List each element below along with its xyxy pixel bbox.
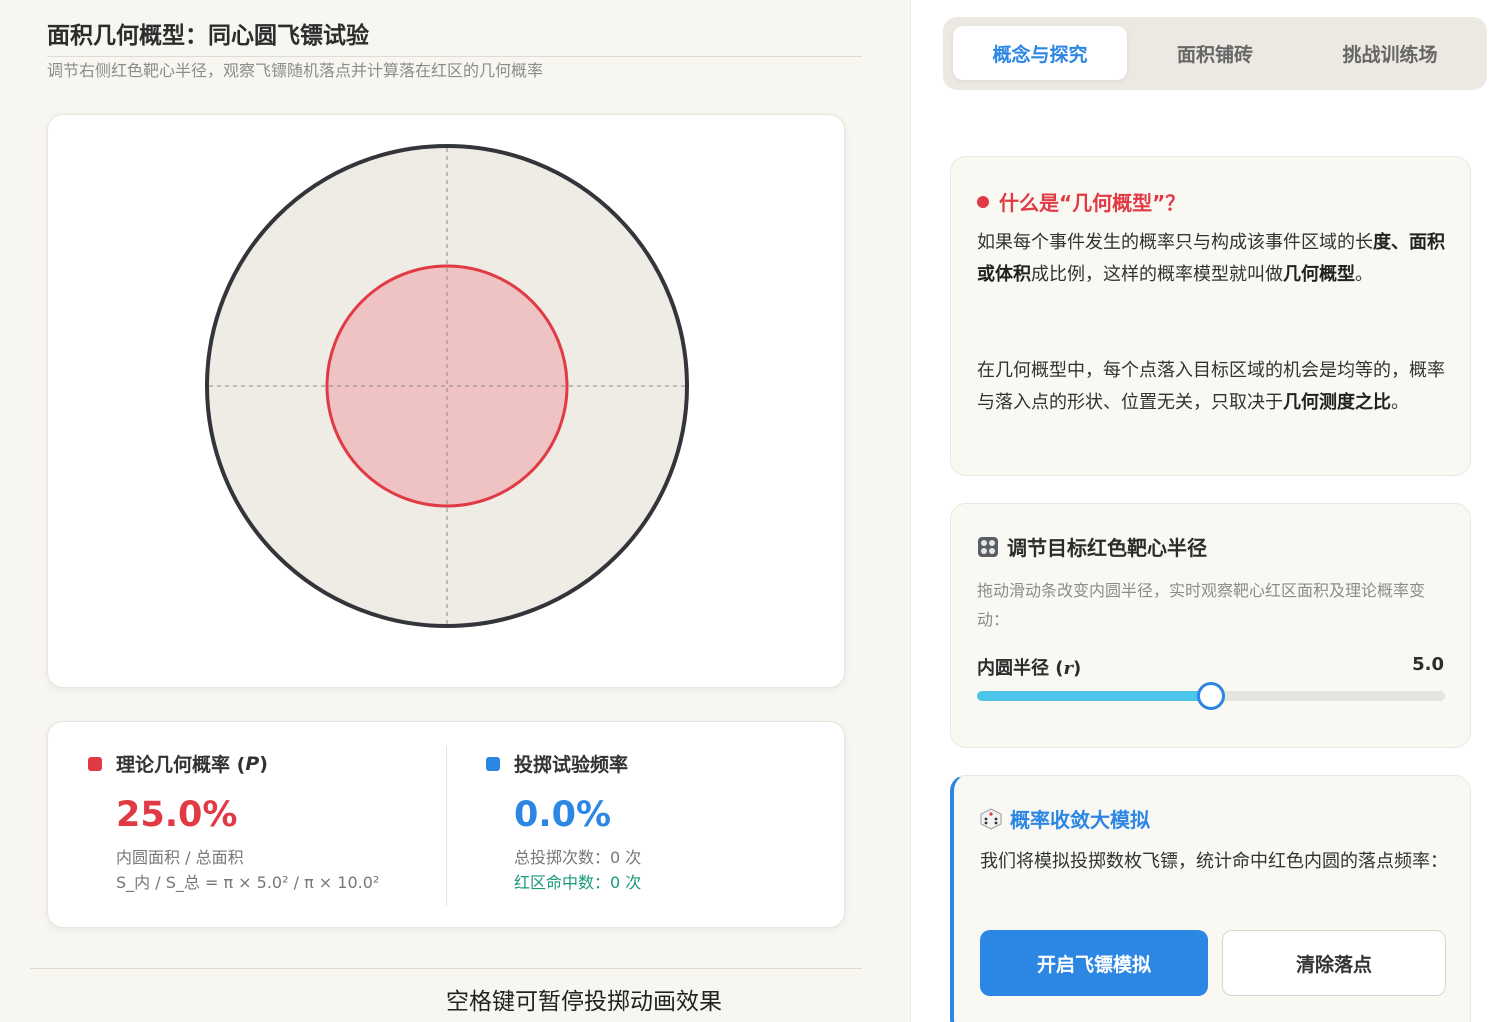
dice-icon [980, 807, 1002, 830]
theory-label-pre: 理论几何概率 ( [116, 754, 246, 776]
trial-label: 投掷试验频率 [514, 754, 629, 776]
slider-description: 拖动滑动条改变内圆半径，实时观察靶心红区面积及理论概率变动： [977, 581, 1426, 629]
simulation-card: 概率收敛大模拟 我们将模拟投掷数枚飞镖，统计命中红色内圆的落点频率： 开启飞镖模… [950, 775, 1471, 1022]
concept-p2-text-c: 。 [1391, 392, 1409, 413]
radius-slider[interactable] [977, 682, 1445, 710]
concept-p1-text-c: 成比例，这样的概率模型就叫做 [1031, 264, 1283, 285]
concept-p1-bold-d: 几何 [1283, 264, 1319, 285]
left-panel: 面积几何概型：同心圆飞镖试验 调节右侧红色靶心半径，观察飞镖随机落点并计算落在红… [0, 0, 910, 1022]
simulation-title: 概率收敛大模拟 [980, 804, 1150, 833]
concept-title: 什么是“几何概型”？ [977, 187, 1185, 216]
radius-label-var: r [1063, 658, 1073, 679]
total-throws: 总投掷次数：0 次 [514, 848, 642, 867]
dartboard-canvas[interactable] [47, 114, 845, 688]
theory-label-var: P [245, 752, 260, 775]
theory-label-post: ) [259, 752, 268, 775]
slider-fill [977, 691, 1211, 701]
trial-frequency-value: 0.0% [514, 795, 612, 835]
simulation-description: 我们将模拟投掷数枚飞镖，统计命中红色内圆的落点频率： [980, 851, 1448, 872]
red-square-icon [88, 756, 102, 771]
blue-square-icon [486, 756, 500, 771]
radius-value: 5.0 [1412, 654, 1444, 675]
tab-challenge[interactable]: 挑战训练场 [1303, 26, 1477, 80]
slider-card-title-text: 调节目标红色靶心半径 [1007, 536, 1207, 560]
stats-card: 理论几何概率 (P) 25.0% 内圆面积 / 总面积 S_内 / S_总 = … [47, 721, 845, 928]
bottom-divider [30, 968, 862, 969]
radius-label: 内圆半径 (r) [977, 654, 1081, 680]
start-simulation-button[interactable]: 开启飞镖模拟 [980, 930, 1208, 996]
concept-p1-text-f: 。 [1355, 264, 1373, 285]
tab-bar: 概念与探究 面积铺砖 挑战训练场 [943, 17, 1487, 90]
simulation-title-text: 概率收敛大模拟 [1010, 808, 1150, 832]
theory-probability-header: 理论几何概率 (P) [88, 750, 379, 777]
concept-paragraph-1: 如果每个事件发生的概率只与构成该事件区域的长度、面积或体积成比例，这样的概率模型… [977, 227, 1447, 291]
page-subtitle: 调节右侧红色靶心半径，观察飞镖随机落点并计算落在红区的几何概率 [47, 61, 544, 80]
right-panel: 概念与探究 面积铺砖 挑战训练场 什么是“几何概型”？ 如果每个事件发生的概率只… [910, 0, 1506, 1022]
concept-p1-bold-e: 概型 [1319, 264, 1355, 285]
tab-concept[interactable]: 概念与探究 [953, 26, 1127, 80]
slider-card-title: 调节目标红色靶心半径 [977, 532, 1207, 561]
dartboard-svg[interactable] [48, 115, 846, 689]
concept-p2-bold-b: 几何测度之比 [1283, 392, 1391, 413]
trial-frequency-block: 投掷试验频率 0.0% 总投掷次数：0 次 红区命中数：0 次 [486, 750, 641, 895]
red-hits: 红区命中数：0 次 [514, 873, 642, 892]
theory-formula-line1: 内圆面积 / 总面积 [116, 848, 244, 867]
red-dot-icon [977, 195, 989, 208]
theory-probability-block: 理论几何概率 (P) 25.0% 内圆面积 / 总面积 S_内 / S_总 = … [88, 750, 379, 895]
slider-thumb[interactable] [1197, 682, 1225, 710]
concept-card: 什么是“几何概型”？ 如果每个事件发生的概率只与构成该事件区域的长度、面积或体积… [950, 156, 1471, 476]
concept-p1-text-a: 如果每个事件发生的概率只与构成该事件区域的长 [977, 232, 1373, 253]
theory-probability-value: 25.0% [116, 795, 238, 835]
stats-divider [446, 746, 447, 906]
concept-title-text: 什么是“几何概型”？ [999, 191, 1186, 215]
keyboard-hint: 空格键可暂停投掷动画效果 [446, 989, 722, 1015]
radius-label-pre: 内圆半径 ( [977, 658, 1064, 679]
page-title: 面积几何概型：同心圆飞镖试验 [47, 23, 369, 49]
trial-frequency-header: 投掷试验频率 [486, 750, 641, 777]
tab-area-tiling[interactable]: 面积铺砖 [1128, 26, 1302, 80]
radius-slider-card: 调节目标红色靶心半径 拖动滑动条改变内圆半径，实时观察靶心红区面积及理论概率变动… [950, 503, 1471, 748]
control-knobs-icon [978, 536, 998, 557]
concept-paragraph-2: 在几何概型中，每个点落入目标区域的机会是均等的，概率与落入点的形状、位置无关，只… [977, 355, 1447, 419]
radius-label-post: ) [1072, 658, 1082, 679]
clear-points-button[interactable]: 清除落点 [1222, 930, 1446, 996]
theory-formula-line2: S_内 / S_总 = π × 5.0² / π × 10.0² [116, 873, 380, 892]
